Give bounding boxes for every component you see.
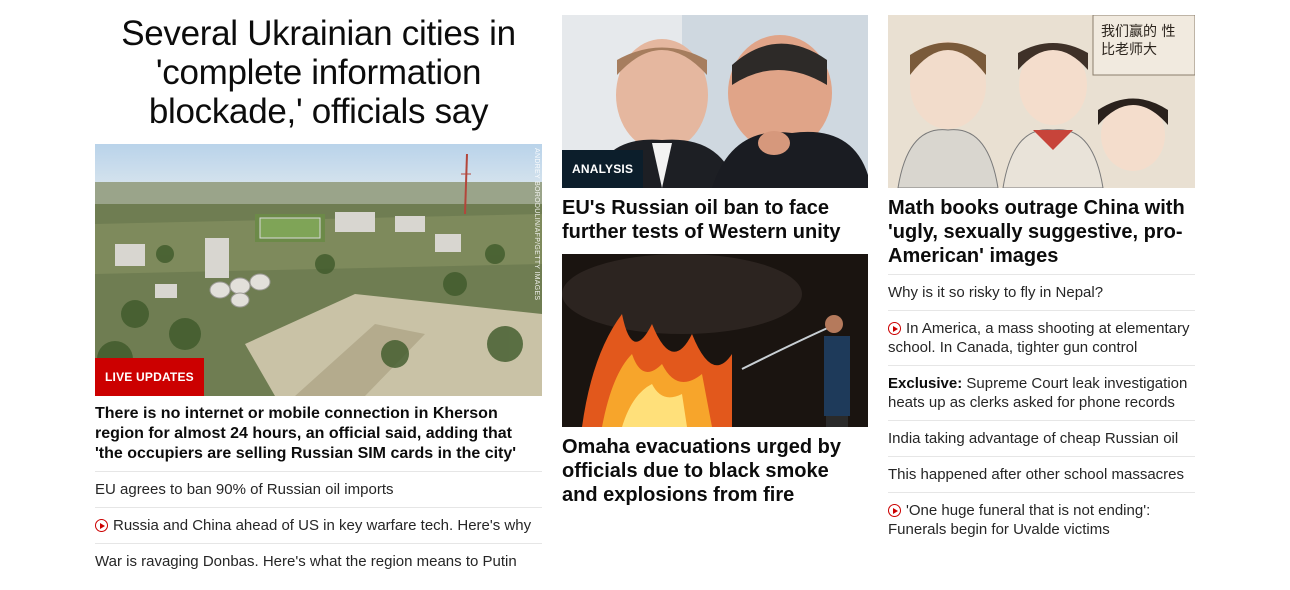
link-text: This happened after other school massacr… (888, 466, 1184, 483)
lead-related-links: EU agrees to ban 90% of Russian oil impo… (95, 471, 542, 579)
link-text: War is ravaging Donbas. Here's what the … (95, 553, 517, 570)
live-updates-badge[interactable]: LIVE UPDATES (95, 358, 204, 396)
lead-story-image[interactable]: ANDREY BORODULIN/AFP/GETTY IMAGES LIVE U… (95, 144, 542, 396)
list-item[interactable]: Why is it so risky to fly in Nepal? (888, 274, 1195, 310)
story-image-math-books[interactable]: 我们赢的 性比老师大 (888, 15, 1195, 188)
story-image-putin-orban[interactable]: ANALYSIS (562, 15, 868, 188)
list-item[interactable]: India taking advantage of cheap Russian … (888, 420, 1195, 456)
photo-credit: ANDREY BORODULIN/AFP/GETTY IMAGES (533, 148, 540, 301)
list-item[interactable]: This happened after other school massacr… (888, 456, 1195, 492)
story-title-omaha[interactable]: Omaha evacuations urged by officials due… (562, 435, 868, 507)
play-icon (888, 504, 901, 517)
lead-headline[interactable]: Several Ukrainian cities in 'complete in… (95, 14, 542, 131)
link-text: Russia and China ahead of US in key warf… (113, 517, 532, 534)
story-title-eu-oil[interactable]: EU's Russian oil ban to face further tes… (562, 196, 868, 244)
story-image-omaha-fire[interactable] (562, 254, 868, 427)
illustration-caption-text: 我们赢的 性比老师大 (1101, 24, 1176, 58)
play-icon (888, 322, 901, 335)
list-item[interactable]: 'One huge funeral that is not ending': F… (888, 492, 1195, 547)
link-text: Why is it so risky to fly in Nepal? (888, 284, 1104, 301)
list-item[interactable]: Exclusive: Supreme Court leak investigat… (888, 365, 1195, 420)
list-item[interactable]: War is ravaging Donbas. Here's what the … (95, 543, 542, 579)
list-item[interactable]: Russia and China ahead of US in key warf… (95, 507, 542, 543)
link-text: In America, a mass shooting at elementar… (888, 320, 1190, 356)
lead-story-column: Several Ukrainian cities in 'complete in… (95, 0, 542, 579)
link-text: EU agrees to ban 90% of Russian oil impo… (95, 481, 394, 498)
list-item[interactable]: EU agrees to ban 90% of Russian oil impo… (95, 471, 542, 507)
right-related-links: Why is it so risky to fly in Nepal? In A… (888, 274, 1195, 547)
link-text: India taking advantage of cheap Russian … (888, 430, 1179, 447)
story-title-math-books[interactable]: Math books outrage China with 'ugly, sex… (888, 196, 1195, 268)
exclusive-label: Exclusive: (888, 375, 963, 392)
list-item[interactable]: In America, a mass shooting at elementar… (888, 310, 1195, 365)
right-column: 我们赢的 性比老师大 Math books outrage China with… (888, 0, 1195, 547)
omaha-fire-photo (562, 254, 868, 427)
middle-column: ANALYSIS EU's Russian oil ban to face fu… (562, 0, 868, 513)
play-icon (95, 519, 108, 532)
analysis-badge[interactable]: ANALYSIS (562, 150, 644, 188)
lead-story-lede[interactable]: There is no internet or mobile connectio… (95, 404, 542, 464)
link-text: 'One huge funeral that is not ending': F… (888, 502, 1151, 538)
